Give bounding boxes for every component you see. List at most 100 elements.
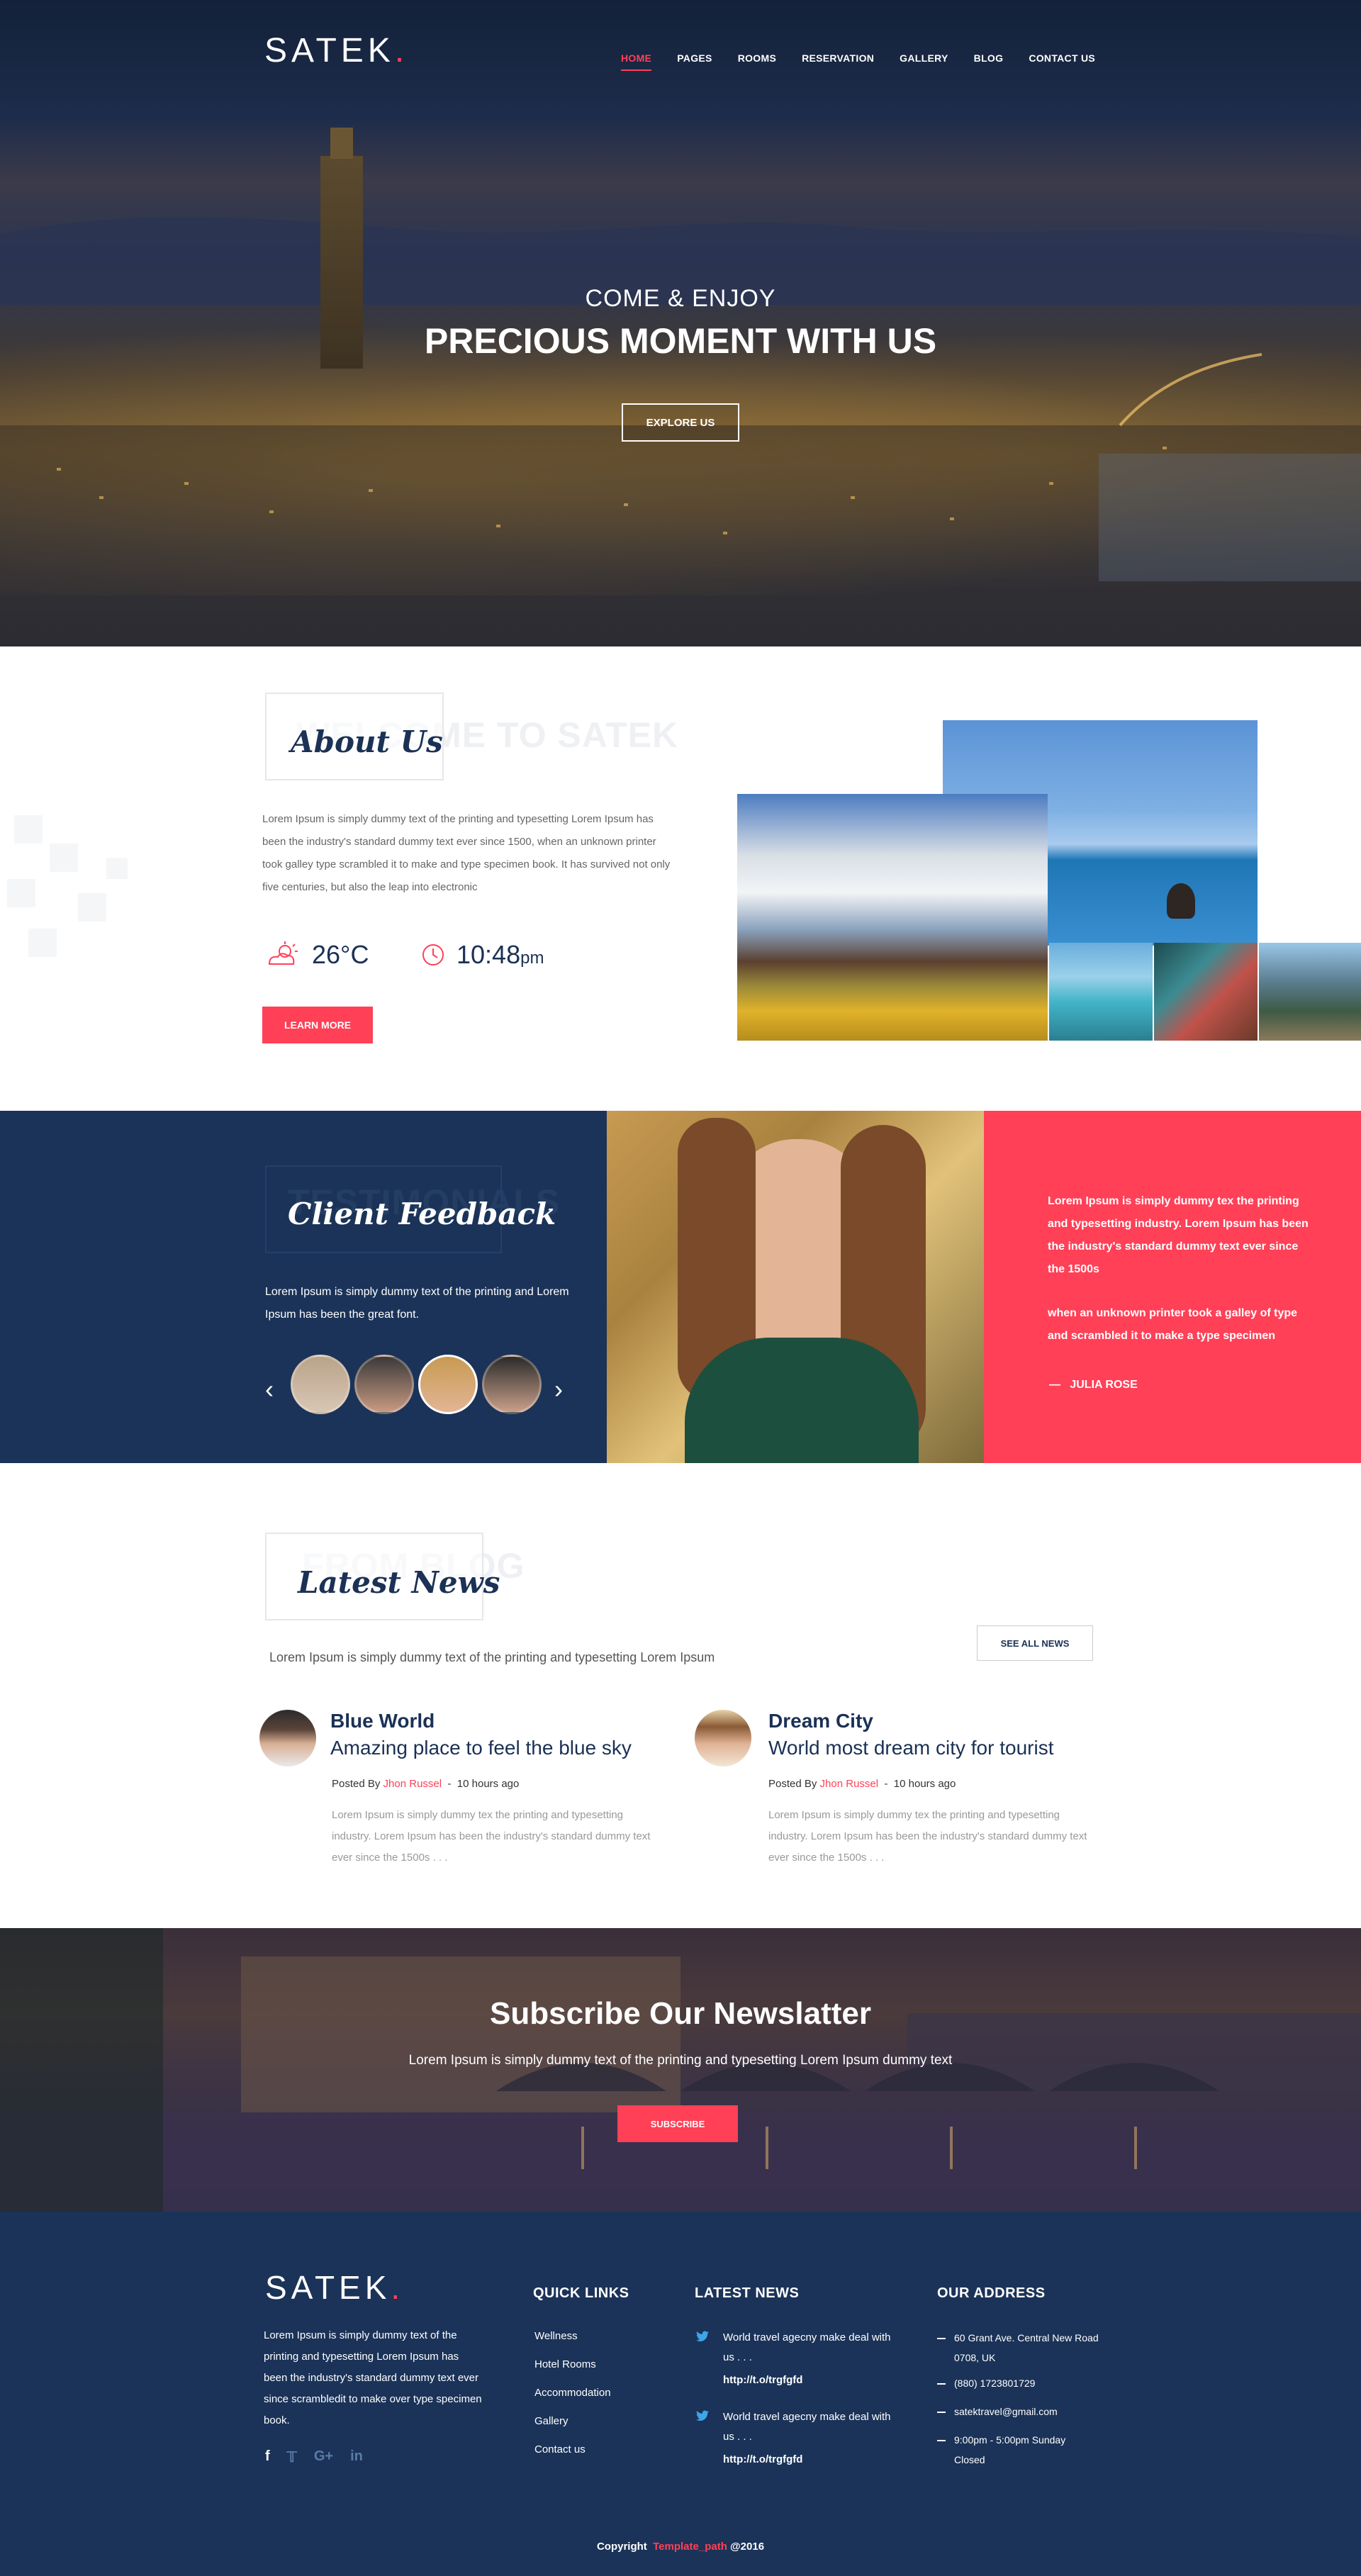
bridge-background bbox=[0, 1928, 1361, 2212]
quick-link-hotel-rooms[interactable]: Hotel Rooms bbox=[534, 2358, 596, 2372]
about-text: Lorem Ipsum is simply dummy text of the … bbox=[262, 813, 671, 893]
tweet-text-1: World travel agecny make deal with us . … bbox=[723, 2331, 891, 2363]
city-lights bbox=[0, 353, 1361, 646]
feedback-section: TESTIMONIALS Client Feedback Lorem Ipsum… bbox=[0, 1111, 1361, 1463]
logo[interactable]: SATEK. bbox=[264, 31, 408, 70]
bullet-dash bbox=[937, 2338, 946, 2339]
post-time: 10 hours ago bbox=[893, 1778, 956, 1790]
bullet-dash bbox=[937, 2412, 946, 2413]
author-name: JULIA ROSE bbox=[1070, 1379, 1138, 1391]
beach-image bbox=[1049, 943, 1153, 1041]
footer-about: Lorem Ipsum is simply dummy text of the … bbox=[264, 2329, 482, 2426]
nav-contact[interactable]: CONTACT US bbox=[1029, 52, 1095, 71]
quote-text-2: when an unknown printer took a galley of… bbox=[1048, 1307, 1298, 1342]
explore-button[interactable]: EXPLORE US bbox=[622, 403, 739, 442]
latest-news-title: LATEST NEWS bbox=[695, 2285, 800, 2301]
copyright-link[interactable]: Template_path bbox=[653, 2541, 727, 2553]
twitter-icon[interactable]: 𝕋 bbox=[287, 2448, 297, 2466]
quote-author: — JULIA ROSE bbox=[1049, 1379, 1138, 1391]
quote-text-1: Lorem Ipsum is simply dummy tex the prin… bbox=[1048, 1195, 1309, 1275]
post-meta-1: Posted By Jhon Russel - 10 hours ago bbox=[332, 1778, 519, 1790]
news-subtitle: Lorem Ipsum is simply dummy text of the … bbox=[269, 1650, 715, 1664]
meta-separator: - bbox=[884, 1778, 888, 1790]
post-heading-2[interactable]: Dream City bbox=[768, 1710, 873, 1732]
client-avatar-3[interactable] bbox=[418, 1355, 478, 1414]
quick-links-title: QUICK LINKS bbox=[533, 2285, 629, 2301]
news-title: Latest News bbox=[298, 1565, 500, 1600]
nav-home[interactable]: HOME bbox=[621, 52, 652, 71]
learn-more-button[interactable]: LEARN MORE bbox=[262, 1007, 373, 1043]
opening-hours: 9:00pm - 5:00pm Sunday Closed bbox=[954, 2434, 1066, 2465]
local-time: 10:48pm bbox=[457, 940, 544, 970]
time-suffix: pm bbox=[520, 948, 544, 968]
bullet-dash bbox=[937, 2440, 946, 2441]
quote-panel bbox=[984, 1111, 1361, 1463]
client-avatar-4[interactable] bbox=[482, 1355, 542, 1414]
nav-gallery[interactable]: GALLERY bbox=[900, 52, 948, 71]
linkedin-icon[interactable]: in bbox=[350, 2448, 363, 2466]
about-title: About Us bbox=[291, 724, 443, 759]
phone-number: (880) 1723801729 bbox=[954, 2378, 1036, 2389]
social-links: f 𝕋 G+ in bbox=[265, 2448, 363, 2466]
main-nav: HOME PAGES ROOMS RESERVATION GALLERY BLO… bbox=[621, 52, 1095, 71]
footer: SATEK. Lorem Ipsum is simply dummy text … bbox=[0, 2212, 1361, 2576]
tweet-text-2: World travel agecny make deal with us . … bbox=[723, 2411, 891, 2443]
post-subheading-1: Amazing place to feel the blue sky bbox=[330, 1737, 632, 1759]
hero-subtitle: COME & ENJOY bbox=[585, 285, 776, 312]
tweet-link-1[interactable]: http://t.o/trgfgfd bbox=[723, 2373, 802, 2387]
newsletter-section: Subscribe Our Newslatter Lorem Ipsum is … bbox=[0, 1928, 1361, 2212]
logo-dot: . bbox=[394, 32, 409, 69]
twitter-bird-icon bbox=[696, 2331, 709, 2342]
footer-logo[interactable]: SATEK. bbox=[265, 2268, 404, 2307]
nav-rooms[interactable]: ROOMS bbox=[738, 52, 776, 71]
client-avatar-1[interactable] bbox=[291, 1355, 350, 1414]
hero-title: PRECIOUS MOMENT WITH US bbox=[424, 321, 937, 361]
post-body-2: Lorem Ipsum is simply dummy tex the prin… bbox=[768, 1809, 1087, 1864]
footer-logo-text: SATEK bbox=[265, 2269, 391, 2306]
nav-blog[interactable]: BLOG bbox=[974, 52, 1004, 71]
post-time: 10 hours ago bbox=[457, 1778, 520, 1790]
post-subheading-2: World most dream city for tourist bbox=[768, 1737, 1054, 1759]
feedback-title: Client Feedback bbox=[288, 1197, 556, 1231]
copyright-label: Copyright bbox=[596, 2541, 647, 2553]
newsletter-title: Subscribe Our Newslatter bbox=[490, 1996, 871, 2031]
twitter-bird-icon bbox=[696, 2410, 709, 2421]
temperature-unit: °C bbox=[340, 940, 369, 969]
subscribe-button[interactable]: SUBSCRIBE bbox=[617, 2105, 738, 2142]
client-avatar-2[interactable] bbox=[354, 1355, 414, 1414]
temperature: 26°C bbox=[312, 940, 369, 970]
prev-arrow-icon[interactable]: ‹ bbox=[265, 1374, 274, 1404]
post-author-link[interactable]: Jhon Russel bbox=[383, 1778, 442, 1790]
logo-text: SATEK bbox=[264, 32, 395, 69]
footer-logo-dot: . bbox=[391, 2269, 405, 2306]
address-title: OUR ADDRESS bbox=[937, 2285, 1046, 2301]
nav-reservation[interactable]: RESERVATION bbox=[802, 52, 874, 71]
clock-icon bbox=[422, 944, 444, 965]
see-all-news-button[interactable]: SEE ALL NEWS bbox=[977, 1625, 1093, 1661]
posted-by-label: Posted By bbox=[768, 1778, 817, 1790]
quick-link-accommodation[interactable]: Accommodation bbox=[534, 2386, 611, 2400]
bullet-dash bbox=[937, 2383, 946, 2385]
facebook-icon[interactable]: f bbox=[265, 2448, 270, 2466]
nav-pages[interactable]: PAGES bbox=[677, 52, 712, 71]
post-author-link[interactable]: Jhon Russel bbox=[820, 1778, 879, 1790]
google-plus-icon[interactable]: G+ bbox=[314, 2448, 333, 2466]
cliff-image bbox=[1259, 943, 1361, 1041]
next-arrow-icon[interactable]: › bbox=[554, 1374, 563, 1404]
author-dash: — bbox=[1049, 1379, 1060, 1391]
tweet-link-2[interactable]: http://t.o/trgfgfd bbox=[723, 2453, 802, 2467]
quick-link-wellness[interactable]: Wellness bbox=[534, 2329, 578, 2343]
quick-link-gallery[interactable]: Gallery bbox=[534, 2414, 569, 2429]
quick-link-contact[interactable]: Contact us bbox=[534, 2443, 586, 2457]
client-photo bbox=[607, 1111, 984, 1463]
meta-separator: - bbox=[447, 1778, 452, 1790]
email-address[interactable]: satektravel@gmail.com bbox=[954, 2404, 1058, 2419]
cloud-sun-icon bbox=[268, 941, 298, 965]
time-value: 10:48 bbox=[457, 940, 521, 969]
post-author-avatar-2 bbox=[695, 1710, 751, 1766]
address-line: 60 Grant Ave. Central New Road 0708, UK bbox=[954, 2332, 1099, 2363]
post-heading-1[interactable]: Blue World bbox=[330, 1710, 435, 1732]
woman-beach-image bbox=[1154, 943, 1258, 1041]
decorative-cubes bbox=[0, 801, 170, 999]
post-body-1: Lorem Ipsum is simply dummy tex the prin… bbox=[332, 1809, 651, 1864]
